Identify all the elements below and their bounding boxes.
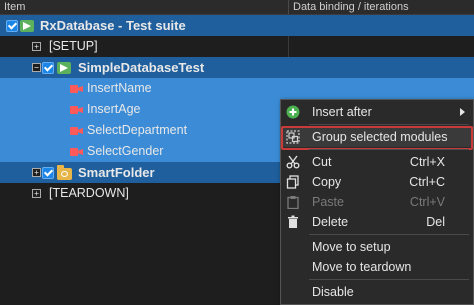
menu-paste: Paste Ctrl+V [281,192,473,212]
column-header: Item Data binding / iterations [0,0,474,15]
recording-module-icon [70,147,83,157]
column-data-binding[interactable]: Data binding / iterations [293,0,409,14]
column-line [288,36,289,57]
recording-module-icon [70,126,83,136]
menu-separator [309,124,469,125]
suite-checkbox[interactable] [6,20,18,32]
smart-folder-label: SmartFolder [78,165,155,180]
module-label: SelectDepartment [87,123,188,137]
menu-cut-label: Cut [312,155,332,169]
suite-label: RxDatabase - Test suite [40,18,186,33]
group-modules-icon [286,130,300,144]
menu-copy-shortcut: Ctrl+C [409,175,445,189]
trash-icon [288,215,298,228]
menu-disable-label: Disable [312,285,354,299]
column-item[interactable]: Item [4,0,25,14]
menu-paste-label: Paste [312,195,344,209]
module-label: SelectGender [87,144,164,158]
expand-smart-folder-icon[interactable]: + [32,168,41,177]
tree-row-setup[interactable]: + [SETUP] [0,36,474,57]
expand-teardown-icon[interactable]: + [32,189,41,198]
submenu-arrow-icon [460,108,465,116]
setup-label: [SETUP] [49,39,98,53]
menu-copy[interactable]: Copy Ctrl+C [281,172,473,192]
module-label: InsertAge [87,102,141,116]
tree-row-test-case[interactable]: − SimpleDatabaseTest [0,57,474,78]
menu-separator [309,234,469,235]
menu-separator [309,149,469,150]
tree-row-module[interactable]: InsertName [0,78,474,99]
test-case-label: SimpleDatabaseTest [78,60,205,75]
recording-module-icon [70,105,83,115]
expand-setup-icon[interactable]: + [32,42,41,51]
menu-delete[interactable]: Delete Del [281,212,473,232]
menu-move-to-teardown[interactable]: Move to teardown [281,257,473,277]
context-menu: Insert after Group selected modules Cut … [280,99,474,305]
menu-insert-after[interactable]: Insert after [281,102,473,122]
test-case-icon [57,62,71,74]
column-divider[interactable] [288,0,289,14]
menu-group-selected-modules[interactable]: Group selected modules [281,126,473,150]
teardown-label: [TEARDOWN] [49,186,129,200]
menu-delete-shortcut: Del [426,215,445,229]
scissors-icon [286,155,300,169]
module-label: InsertName [87,81,152,95]
menu-move-to-setup[interactable]: Move to setup [281,237,473,257]
smart-folder-icon [57,165,72,180]
menu-cut-shortcut: Ctrl+X [409,155,445,169]
menu-delete-label: Delete [312,215,349,229]
test-suite-icon [20,20,34,32]
menu-copy-label: Copy [312,175,342,189]
menu-separator [309,279,469,280]
collapse-test-case-icon[interactable]: − [32,63,41,72]
add-circle-icon [286,105,300,119]
recording-module-icon [70,84,83,94]
menu-group-selected-label: Group selected modules [312,130,448,144]
menu-paste-shortcut: Ctrl+V [409,195,445,209]
menu-insert-after-label: Insert after [312,105,372,119]
smart-folder-checkbox[interactable] [42,167,54,179]
tree-row-suite[interactable]: RxDatabase - Test suite [0,15,474,36]
menu-disable[interactable]: Disable [281,282,473,302]
menu-move-to-teardown-label: Move to teardown [312,260,412,274]
test-case-checkbox[interactable] [42,62,54,74]
paste-icon [287,196,299,209]
menu-move-to-setup-label: Move to setup [312,240,391,254]
copy-icon [286,175,299,189]
menu-cut[interactable]: Cut Ctrl+X [281,152,473,172]
